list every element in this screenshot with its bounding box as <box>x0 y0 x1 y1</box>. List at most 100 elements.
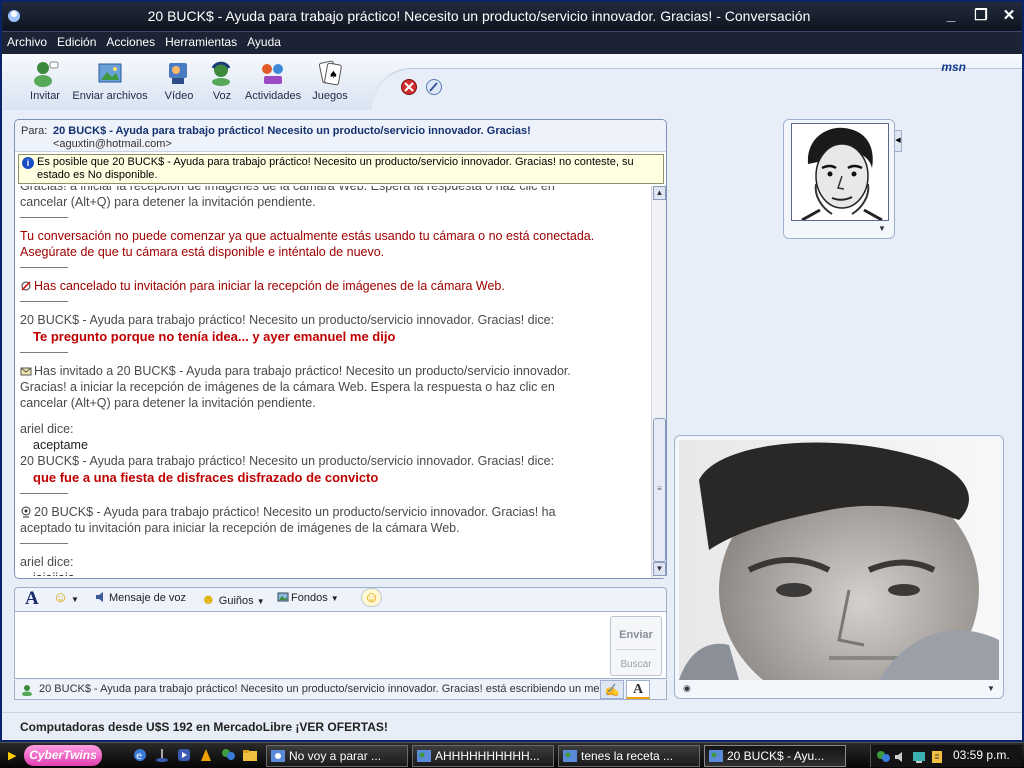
sender-line: ariel dice: <box>20 422 74 436</box>
menu-edicion[interactable]: Edición <box>52 32 101 49</box>
task-20-bucks[interactable]: 20 BUCK$ - Ayu... <box>704 745 846 767</box>
system-tray: 03:59 p.m. <box>870 745 1022 767</box>
chevron-down-icon[interactable]: ▼ <box>878 224 886 233</box>
toolbar-curve <box>372 68 1022 110</box>
folder-icon[interactable] <box>242 747 258 763</box>
invite-label: Invitar <box>30 90 60 102</box>
activities-button[interactable]: Actividades <box>244 58 302 102</box>
message-text: aceptame <box>33 438 88 452</box>
svg-text:♠: ♠ <box>329 70 338 81</box>
message-text: jajajjaja <box>20 570 648 576</box>
task-label: 20 BUCK$ - Ayu... <box>727 749 825 763</box>
invite-icon <box>34 61 59 87</box>
accepted-line: 20 BUCK$ - Ayuda para trabajo práctico! … <box>34 505 556 519</box>
start-button[interactable]: CyberTwins <box>24 745 102 766</box>
recipient-header: Para: 20 BUCK$ - Ayuda para trabajo prác… <box>15 120 666 152</box>
nudge-icon[interactable]: ☺ <box>361 588 383 607</box>
window-title: 20 BUCK$ - Ayuda para trabajo práctico! … <box>147 8 811 24</box>
security-icon[interactable] <box>929 749 945 765</box>
activities-icon <box>262 64 283 84</box>
recipient-email: <aguxtin@hotmail.com> <box>53 138 172 150</box>
messenger-icon[interactable] <box>220 747 236 763</box>
ad-text[interactable]: Computadoras desde U$S 192 en MercadoLib… <box>20 720 388 734</box>
history-scrollbar[interactable]: ▲ ≡ ▼ <box>651 186 666 578</box>
task-label: tenes la receta ... <box>581 749 674 763</box>
webcam-icon <box>21 506 31 518</box>
ad-banner[interactable]: Computadoras desde U$S 192 en MercadoLib… <box>2 712 1022 740</box>
task-ahhhh[interactable]: AHHHHHHHHHH... <box>412 745 554 767</box>
invite-line: Gracias! a iniciar la recepción de imáge… <box>20 380 555 394</box>
task-tenes-la-receta[interactable]: tenes la receta ... <box>558 745 700 767</box>
title-bar[interactable]: 20 BUCK$ - Ayuda para trabajo práctico! … <box>2 2 1022 32</box>
scroll-up-button[interactable]: ▲ <box>653 186 666 200</box>
background-icon <box>277 592 289 602</box>
send-button-group: Enviar Buscar <box>610 616 662 676</box>
joystick-icon[interactable] <box>154 747 170 763</box>
conversation-window: 20 BUCK$ - Ayuda para trabajo práctico! … <box>0 0 1024 742</box>
winks-label: Guiños <box>218 595 254 607</box>
scroll-down-button[interactable]: ▼ <box>653 562 666 576</box>
envelope-icon <box>20 367 32 376</box>
contact-display-picture[interactable]: ▼ ◀ <box>783 119 902 239</box>
buddy-typing-icon <box>22 685 32 696</box>
scroll-thumb[interactable]: ≡ <box>653 418 666 562</box>
menu-ayuda[interactable]: Ayuda <box>242 32 286 49</box>
messenger-window-icon <box>417 750 431 762</box>
msn-tray-icon[interactable] <box>875 749 891 765</box>
start-arrow-icon[interactable]: ▶ <box>8 749 16 762</box>
minimize-button[interactable]: _ <box>940 6 962 26</box>
handwriting-tab[interactable]: ✍ <box>600 680 624 699</box>
history-separator <box>20 267 68 268</box>
taskbar: ▶ CyberTwins e No voy a parar ... AHHHHH… <box>0 742 1024 768</box>
conversation-panel: Para: 20 BUCK$ - Ayuda para trabajo prác… <box>14 119 667 579</box>
task-no-voy-a-parar[interactable]: No voy a parar ... <box>266 745 408 767</box>
send-files-button[interactable]: Enviar archivos <box>72 58 148 102</box>
input-mode-tabs: ✍ A <box>600 680 652 699</box>
backgrounds-button[interactable]: Fondos ▼ <box>277 591 339 604</box>
chevron-down-icon[interactable]: ▼ <box>71 595 79 604</box>
recipient-name[interactable]: 20 BUCK$ - Ayuda para trabajo práctico! … <box>53 125 531 137</box>
menu-acciones[interactable]: Acciones <box>101 32 160 49</box>
network-icon[interactable] <box>911 749 927 765</box>
ie-icon[interactable]: e <box>132 747 148 763</box>
webcam-settings-icon[interactable]: ◉ <box>683 683 691 694</box>
message-input-area[interactable]: Enviar Buscar <box>14 611 667 679</box>
search-button[interactable]: Buscar <box>611 659 661 670</box>
svg-text:e: e <box>136 751 142 762</box>
font-icon[interactable]: A <box>25 588 39 610</box>
menu-archivo[interactable]: Archivo <box>2 32 52 49</box>
video-button[interactable]: Vídeo <box>162 58 196 102</box>
winks-button[interactable]: ☻ Guiños ▼ <box>201 591 265 607</box>
games-button[interactable]: ♠ Juegos <box>310 58 350 102</box>
message-text: que fue a una fiesta de disfraces disfra… <box>33 470 379 485</box>
menu-herramientas[interactable]: Herramientas <box>160 32 242 49</box>
invite-button[interactable]: Invitar <box>28 58 62 102</box>
typing-status-bar: 20 BUCK$ - Ayuda para trabajo práctico! … <box>14 680 667 700</box>
collapse-arrow-icon[interactable]: ◀ <box>894 130 902 152</box>
activities-label: Actividades <box>244 90 302 102</box>
emoticon-icon[interactable]: ☺ <box>53 589 68 606</box>
maximize-button[interactable]: ❐ <box>970 6 992 26</box>
voice-label: Voz <box>212 90 232 102</box>
voice-clip-button[interactable]: Mensaje de voz <box>95 591 186 604</box>
send-button[interactable]: Enviar <box>611 629 661 641</box>
messenger-window-icon <box>271 750 285 762</box>
webcam-panel: ◉ ▼ <box>674 435 1004 699</box>
volume-icon[interactable] <box>893 749 909 765</box>
history-line: Gracias! a iniciar la recepción de imáge… <box>20 186 555 193</box>
chevron-down-icon[interactable]: ▼ <box>987 684 995 693</box>
winamp-icon[interactable] <box>198 747 214 763</box>
webcam-cancel-icon <box>21 281 31 291</box>
voice-button[interactable]: Voz <box>206 58 238 102</box>
message-history[interactable]: Gracias! a iniciar la recepción de imáge… <box>20 186 648 576</box>
text-tab[interactable]: A <box>626 680 650 699</box>
error-line: Tu conversación no puede comenzar ya que… <box>20 229 595 243</box>
error-line: Asegúrate de que tu cámara está disponib… <box>20 245 385 259</box>
close-button[interactable]: ✕ <box>998 6 1020 26</box>
block-icon[interactable] <box>400 78 418 96</box>
paint-icon[interactable] <box>425 78 443 96</box>
speaker-icon <box>96 592 103 602</box>
media-player-icon[interactable] <box>176 747 192 763</box>
history-line: cancelar (Alt+Q) para detener la invitac… <box>20 195 316 209</box>
games-label: Juegos <box>312 90 348 102</box>
